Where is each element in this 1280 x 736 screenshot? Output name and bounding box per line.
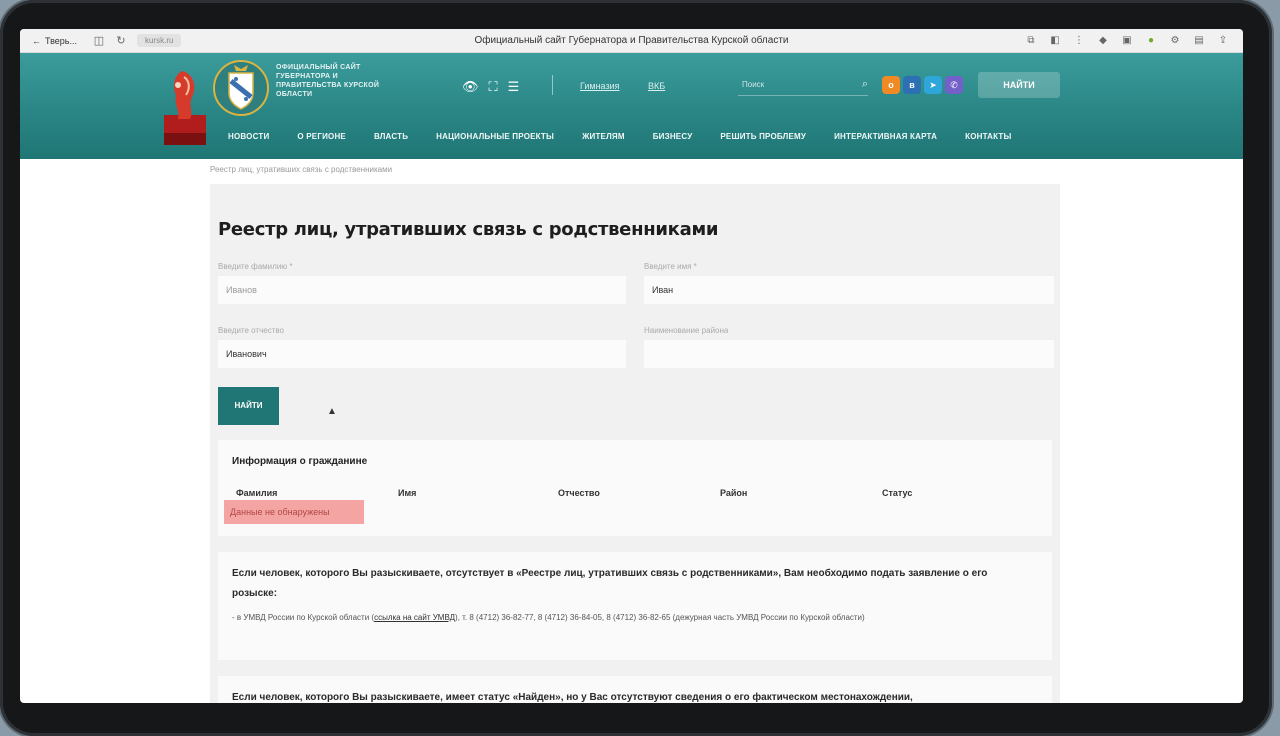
browser-tab-label: Тверь...	[45, 35, 77, 46]
nav-about-region[interactable]: О РЕГИОНЕ	[283, 132, 360, 141]
info-card-1: Если человек, которого Вы разыскиваете, …	[218, 552, 1052, 660]
name-label: Введите имя *	[644, 262, 697, 271]
browser-toolbar: ← Тверь... ◫ ↻ kursk.ru Официальный сайт…	[20, 29, 1243, 53]
info-card-2: Если человек, которого Вы разыскиваете, …	[218, 676, 1052, 703]
header-divider	[552, 75, 553, 95]
address-bar[interactable]: kursk.ru	[136, 34, 182, 47]
search-button[interactable]: НАЙТИ	[218, 387, 279, 425]
viber-icon[interactable]: ✆	[945, 76, 963, 94]
nav-solve-problem[interactable]: РЕШИТЬ ПРОБЛЕМУ	[706, 132, 820, 141]
download-icon[interactable]: ▣	[1121, 35, 1133, 46]
screen: ← Тверь... ◫ ↻ kursk.ru Официальный сайт…	[20, 29, 1243, 703]
nav-interactive-map[interactable]: ИНТЕРАКТИВНАЯ КАРТА	[820, 132, 951, 141]
mouse-cursor-icon: ▲	[327, 406, 337, 417]
ok-icon[interactable]: о	[882, 76, 900, 94]
nav-news[interactable]: НОВОСТИ	[214, 132, 283, 141]
site-name[interactable]: ОФИЦИАЛЬНЫЙ САЙТ ГУБЕРНАТОРА И ПРАВИТЕЛЬ…	[276, 63, 386, 99]
col-name: Имя	[398, 488, 417, 498]
district-label: Наименование района	[644, 326, 729, 335]
coat-of-arms-icon	[213, 60, 269, 116]
nav-national-projects[interactable]: НАЦИОНАЛЬНЫЕ ПРОЕКТЫ	[422, 132, 568, 141]
header-find-button[interactable]: НАЙТИ	[978, 72, 1060, 98]
reload-icon[interactable]: ↻	[115, 35, 127, 47]
region-flag-icon	[164, 71, 206, 145]
nav-business[interactable]: БИЗНЕСУ	[639, 132, 707, 141]
surname-label: Введите фамилию *	[218, 262, 293, 271]
col-patronymic: Отчество	[558, 488, 600, 498]
not-found-badge: Данные не обнаружены	[224, 500, 364, 524]
col-district: Район	[720, 488, 748, 498]
extension-icon[interactable]: ◆	[1097, 35, 1109, 46]
header-tools: 👁 ⛶ ☰	[462, 79, 519, 95]
telegram-icon[interactable]: ➤	[924, 76, 942, 94]
header-link-1[interactable]: Гимназия	[580, 81, 620, 91]
bookmark-icon[interactable]: ◧	[1049, 35, 1061, 46]
browser-extension-icons: ⧉ ◧ ⋮ ◆ ▣ ● ⚙ ▤ ⇪	[1025, 35, 1229, 46]
nav-authority[interactable]: ВЛАСТЬ	[360, 132, 422, 141]
leaf-icon[interactable]: ●	[1145, 35, 1157, 46]
share-icon[interactable]: ⇪	[1217, 35, 1229, 46]
breadcrumb[interactable]: Реестр лиц, утративших связь с родственн…	[210, 165, 392, 174]
page-title: Реестр лиц, утративших связь с родственн…	[218, 219, 719, 240]
patronymic-input[interactable]: Иванович	[218, 340, 626, 368]
nav-residents[interactable]: ЖИТЕЛЯМ	[568, 132, 639, 141]
tabs-icon[interactable]: ⧉	[1025, 35, 1037, 46]
info-1-text: Если человек, которого Вы разыскиваете, …	[232, 568, 988, 599]
browser-tab[interactable]: ← Тверь...	[26, 34, 83, 48]
social-links: о в ➤ ✆	[882, 76, 963, 94]
patronymic-label: Введите отчество	[218, 326, 284, 335]
name-input[interactable]: Иван	[644, 276, 1054, 304]
main-navigation: НОВОСТИ О РЕГИОНЕ ВЛАСТЬ НАЦИОНАЛЬНЫЕ ПР…	[214, 132, 1026, 141]
nav-contacts[interactable]: КОНТАКТЫ	[951, 132, 1025, 141]
vk-icon[interactable]: в	[903, 76, 921, 94]
col-surname: Фамилия	[236, 488, 278, 498]
eye-accessibility-icon[interactable]: 👁	[462, 79, 479, 95]
search-placeholder: Поиск	[742, 80, 765, 89]
hamburger-menu-icon[interactable]: ☰	[508, 79, 520, 95]
header-search-input[interactable]: Поиск ⌕	[738, 74, 868, 96]
surname-input[interactable]: Иванов	[218, 276, 626, 304]
info-1-detail: - в УМВД России по Курской области (ссыл…	[232, 610, 1042, 626]
info-2-text: Если человек, которого Вы разыскиваете, …	[232, 692, 913, 703]
registry-panel: Реестр лиц, утративших связь с родственн…	[210, 184, 1060, 703]
result-card: Информация о гражданине Фамилия Имя Отче…	[218, 440, 1052, 536]
settings-icon[interactable]: ⚙	[1169, 35, 1181, 46]
save-icon[interactable]: ▤	[1193, 35, 1205, 46]
search-icon[interactable]: ⌕	[862, 78, 868, 91]
result-title: Информация о гражданине	[232, 456, 368, 467]
umvd-link[interactable]: ссылка на сайт УМВД	[374, 613, 455, 622]
info-1-suffix: ), т. 8 (4712) 36-82-77, 8 (4712) 36-84-…	[455, 613, 865, 622]
menu-dots-icon[interactable]: ⋮	[1073, 35, 1085, 46]
back-arrow-icon[interactable]: ←	[32, 36, 41, 46]
district-input[interactable]	[644, 340, 1054, 368]
sitemap-icon[interactable]: ⛶	[489, 79, 498, 95]
site-header: ОФИЦИАЛЬНЫЙ САЙТ ГУБЕРНАТОРА И ПРАВИТЕЛЬ…	[20, 53, 1243, 159]
shield-icon[interactable]: ◫	[93, 35, 105, 47]
info-1-prefix: - в УМВД России по Курской области (	[232, 613, 375, 622]
col-status: Статус	[882, 488, 913, 498]
header-link-2[interactable]: ВКБ	[648, 81, 665, 91]
